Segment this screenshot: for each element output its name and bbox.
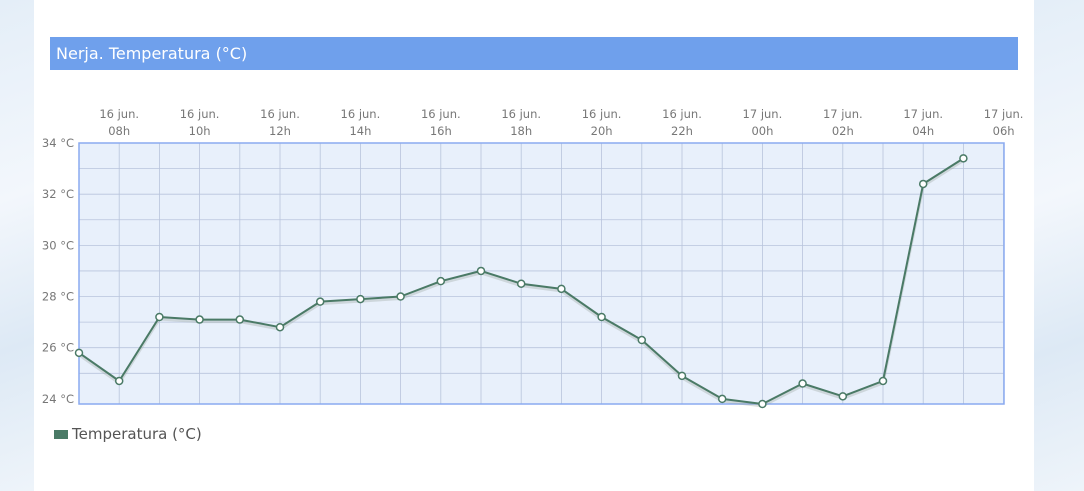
x-tick-day: 17 jun. xyxy=(984,107,1024,121)
x-tick-day: 16 jun. xyxy=(341,107,381,121)
data-point-marker[interactable] xyxy=(315,297,325,306)
data-point-marker[interactable] xyxy=(677,371,687,381)
data-point-marker[interactable] xyxy=(74,348,84,358)
x-tick-hour: 08h xyxy=(108,124,130,138)
plot-area xyxy=(79,143,1004,404)
data-point-marker[interactable] xyxy=(235,315,245,324)
x-tick-hour: 22h xyxy=(671,124,693,138)
x-tick-hour: 00h xyxy=(751,124,773,138)
data-point-marker[interactable] xyxy=(396,292,405,301)
x-axis-ticks: 16 jun. 08h 16 jun. 10h 16 jun. 12h 16 jun. 14h… xyxy=(99,107,1023,138)
y-tick-label: 30 °C xyxy=(42,238,74,252)
data-point-marker[interactable] xyxy=(436,276,446,286)
x-tick-hour: 12h xyxy=(269,124,291,138)
data-point-marker[interactable] xyxy=(918,179,928,189)
x-tick-hour: 02h xyxy=(832,124,854,138)
legend-swatch-icon xyxy=(54,429,68,439)
data-point-marker[interactable] xyxy=(114,376,124,386)
y-tick-label: 28 °C xyxy=(42,290,74,304)
x-tick-day: 16 jun. xyxy=(582,107,622,121)
y-tick-label: 26 °C xyxy=(42,341,74,355)
data-point-marker[interactable] xyxy=(356,294,365,304)
y-tick-label: 34 °C xyxy=(42,136,74,150)
x-tick-hour: 04h xyxy=(912,124,934,138)
x-tick-day: 17 jun. xyxy=(743,107,783,121)
data-point-marker[interactable] xyxy=(516,279,526,288)
x-tick-hour: 14h xyxy=(349,124,371,138)
data-point-marker[interactable] xyxy=(155,312,164,322)
x-tick-day: 16 jun. xyxy=(260,107,300,121)
data-point-marker[interactable] xyxy=(637,335,647,345)
data-point-marker[interactable] xyxy=(878,376,888,386)
data-point-marker[interactable] xyxy=(798,379,807,388)
x-tick-day: 16 jun. xyxy=(99,107,139,121)
y-tick-label: 24 °C xyxy=(42,392,74,406)
x-tick-day: 16 jun. xyxy=(421,107,461,121)
data-point-marker[interactable] xyxy=(758,399,767,409)
x-tick-day: 16 jun. xyxy=(662,107,702,121)
x-tick-day: 16 jun. xyxy=(501,107,541,121)
data-point-marker[interactable] xyxy=(717,394,727,404)
data-point-marker[interactable] xyxy=(838,392,848,401)
x-tick-day: 16 jun. xyxy=(180,107,220,121)
data-point-marker[interactable] xyxy=(476,266,486,276)
x-tick-day: 17 jun. xyxy=(823,107,863,121)
x-tick-day: 17 jun. xyxy=(903,107,943,121)
y-tick-label: 32 °C xyxy=(42,187,74,201)
data-point-marker[interactable] xyxy=(597,312,606,322)
legend-label: Temperatura (°C) xyxy=(72,425,202,443)
data-point-marker[interactable] xyxy=(195,315,204,324)
x-tick-hour: 10h xyxy=(189,124,211,138)
data-point-marker[interactable] xyxy=(275,322,285,332)
y-axis-ticks: 24 °C 26 °C 28 °C 30 °C 32 °C 34 °C xyxy=(42,136,74,406)
x-tick-hour: 18h xyxy=(510,124,532,138)
data-point-marker[interactable] xyxy=(557,284,566,294)
data-point-marker[interactable] xyxy=(959,154,968,163)
legend[interactable]: Temperatura (°C) xyxy=(54,425,202,443)
temperature-line-chart: 16 jun. 08h 16 jun. 10h 16 jun. 12h 16 jun. 14h… xyxy=(42,107,1023,409)
x-tick-hour: 20h xyxy=(591,124,613,138)
x-tick-hour: 06h xyxy=(993,124,1015,138)
x-tick-hour: 16h xyxy=(430,124,452,138)
